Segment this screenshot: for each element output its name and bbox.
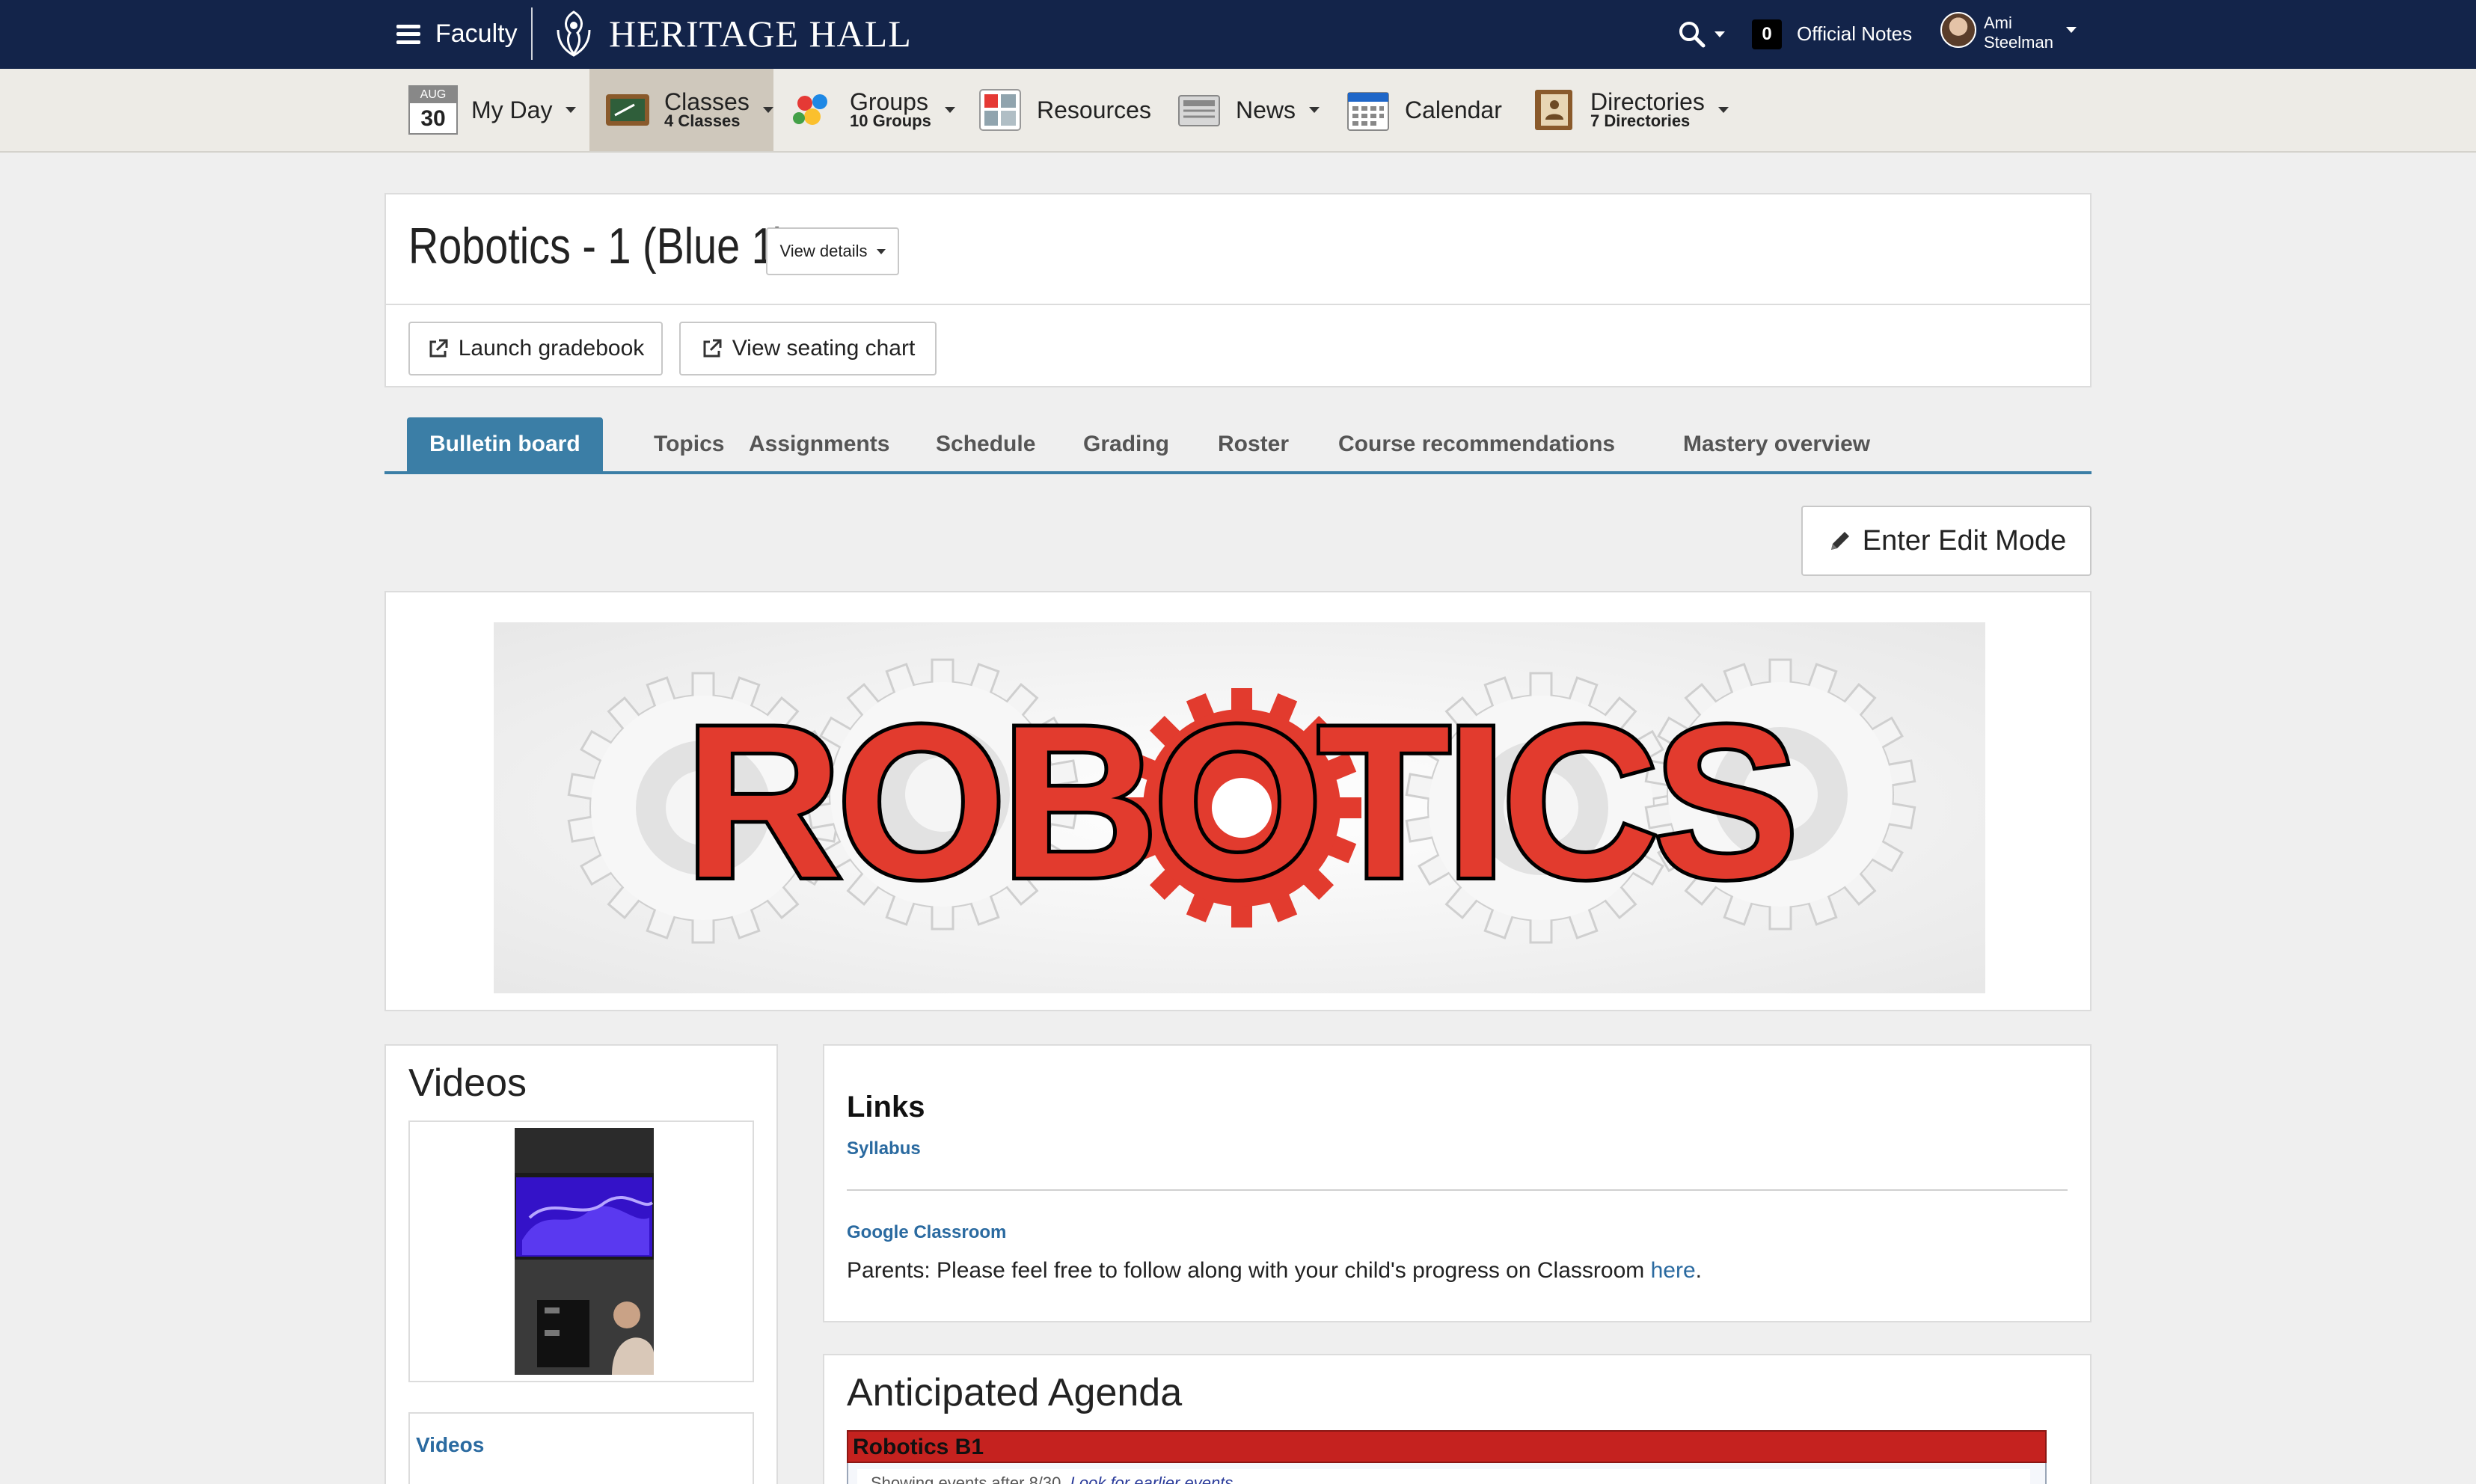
parents-note: Parents: Please feel free to follow alon… xyxy=(847,1258,1702,1283)
chevron-down-icon xyxy=(944,107,955,113)
calendar-icon xyxy=(1347,92,1389,131)
nav-groups-count: 10 Groups xyxy=(850,111,931,130)
brand-name: HERITAGE HALL xyxy=(609,13,912,55)
search-caret-icon[interactable] xyxy=(1714,31,1725,37)
tab-mastery-overview[interactable]: Mastery overview xyxy=(1661,417,1893,471)
school-logo[interactable]: HERITAGE HALL xyxy=(548,7,912,60)
agenda-calendar-body: Showing events after 8/30. Look for earl… xyxy=(847,1463,2047,1484)
chevron-down-icon xyxy=(762,107,773,113)
anticipated-agenda-card: Anticipated Agenda Robotics B1 Showing e… xyxy=(823,1354,2092,1484)
chevron-down-icon xyxy=(1717,107,1729,113)
chevron-down-icon xyxy=(876,248,886,254)
nav-groups-label: Groups xyxy=(850,88,928,115)
hamburger-icon xyxy=(396,24,420,44)
main-nav: AUG 30 My Day Classes 4 Classes Groups 1… xyxy=(0,69,2476,153)
video-thumbnail-frame xyxy=(408,1120,754,1382)
tab-schedule[interactable]: Schedule xyxy=(913,417,1058,471)
nav-directories-label: Directories xyxy=(1590,88,1705,115)
nav-my-day-label: My Day xyxy=(471,96,553,123)
top-bar: Faculty HERITAGE HALL 0 Official Notes A… xyxy=(0,0,2476,69)
nav-classes-count: 4 Classes xyxy=(664,111,741,130)
nav-classes[interactable]: Classes 4 Classes xyxy=(589,69,773,151)
view-details-button[interactable]: View details xyxy=(766,227,899,275)
groups-icon xyxy=(793,94,827,125)
agenda-calendar-header: Robotics B1 xyxy=(847,1430,2047,1463)
look-earlier-link[interactable]: Look for earlier events xyxy=(1070,1474,1234,1484)
course-tabs: Bulletin board Topics Assignments Schedu… xyxy=(384,417,2092,474)
official-notes-link[interactable]: Official Notes xyxy=(1797,22,1912,46)
user-first-name: Ami xyxy=(1984,13,2012,32)
faculty-menu[interactable]: Faculty xyxy=(396,19,518,49)
topbar-divider xyxy=(531,7,533,60)
resources-icon xyxy=(979,89,1021,131)
user-last-name: Steelman xyxy=(1984,33,2053,52)
nav-directories-count: 7 Directories xyxy=(1590,111,1691,130)
nav-resources[interactable]: Resources xyxy=(977,69,1151,151)
banner-word: ROBOTICS xyxy=(685,681,1795,923)
google-classroom-link[interactable]: Google Classroom xyxy=(847,1222,1006,1243)
tab-course-recommendations[interactable]: Course recommendations xyxy=(1316,417,1637,471)
enter-edit-mode-button[interactable]: Enter Edit Mode xyxy=(1801,506,2092,576)
nav-groups[interactable]: Groups 10 Groups xyxy=(790,69,955,151)
robotics-banner: ROBOTICS xyxy=(384,591,2092,1011)
calendar-date-icon: AUG 30 xyxy=(408,85,458,135)
classroom-here-link[interactable]: here xyxy=(1651,1258,1696,1283)
official-notes-count[interactable]: 0 xyxy=(1752,19,1782,49)
crest-icon xyxy=(557,10,591,57)
nav-classes-label: Classes xyxy=(664,88,750,115)
tab-grading[interactable]: Grading xyxy=(1061,417,1192,471)
agenda-calendar-title: Robotics B1 xyxy=(853,1435,984,1459)
links-card: Links Syllabus Google Classroom Parents:… xyxy=(823,1044,2092,1322)
header-divider xyxy=(386,304,2090,305)
robotics-banner-image: ROBOTICS xyxy=(494,622,1985,993)
nav-resources-label: Resources xyxy=(1037,96,1151,123)
video-thumbnail[interactable] xyxy=(515,1128,654,1375)
external-link-icon xyxy=(429,339,448,358)
agenda-showing-text: Showing events after 8/30. Look for earl… xyxy=(871,1474,1233,1484)
tab-roster[interactable]: Roster xyxy=(1195,417,1311,471)
chalkboard-icon xyxy=(606,94,649,126)
nav-my-day[interactable]: AUG 30 My Day xyxy=(408,69,577,151)
news-icon xyxy=(1178,95,1220,126)
chevron-down-icon xyxy=(566,107,577,113)
syllabus-link[interactable]: Syllabus xyxy=(847,1138,921,1159)
videos-heading: Videos xyxy=(408,1061,527,1105)
launch-gradebook-button[interactable]: Launch gradebook xyxy=(408,322,663,375)
faculty-label: Faculty xyxy=(435,19,518,48)
nav-calendar[interactable]: Calendar xyxy=(1345,69,1502,151)
nav-news-label: News xyxy=(1236,96,1296,123)
nav-news[interactable]: News xyxy=(1176,69,1320,151)
user-caret-icon[interactable] xyxy=(2066,27,2077,33)
page-title: Robotics - 1 (Blue 1) xyxy=(408,218,789,275)
links-heading: Links xyxy=(847,1091,925,1123)
tab-assignments[interactable]: Assignments xyxy=(726,417,912,471)
view-seating-chart-button[interactable]: View seating chart xyxy=(679,322,937,375)
nav-directories[interactable]: Directories 7 Directories xyxy=(1530,69,1729,151)
directory-book-icon xyxy=(1535,90,1572,130)
external-link-icon xyxy=(703,339,722,358)
links-divider xyxy=(847,1189,2068,1191)
agenda-heading: Anticipated Agenda xyxy=(847,1371,1183,1414)
chevron-down-icon xyxy=(1309,107,1320,113)
videos-card: Videos Videos xyxy=(384,1044,778,1484)
nav-calendar-label: Calendar xyxy=(1405,96,1502,123)
avatar[interactable] xyxy=(1940,12,1976,48)
user-menu[interactable]: Ami Steelman xyxy=(1984,13,2053,52)
pencil-icon xyxy=(1830,532,1849,550)
search-icon[interactable] xyxy=(1677,19,1707,49)
course-header: Robotics - 1 (Blue 1) View details Launc… xyxy=(384,193,2092,387)
videos-link[interactable]: Videos xyxy=(416,1433,484,1457)
videos-list: Videos xyxy=(408,1412,754,1484)
tab-bulletin-board[interactable]: Bulletin board xyxy=(407,417,603,471)
